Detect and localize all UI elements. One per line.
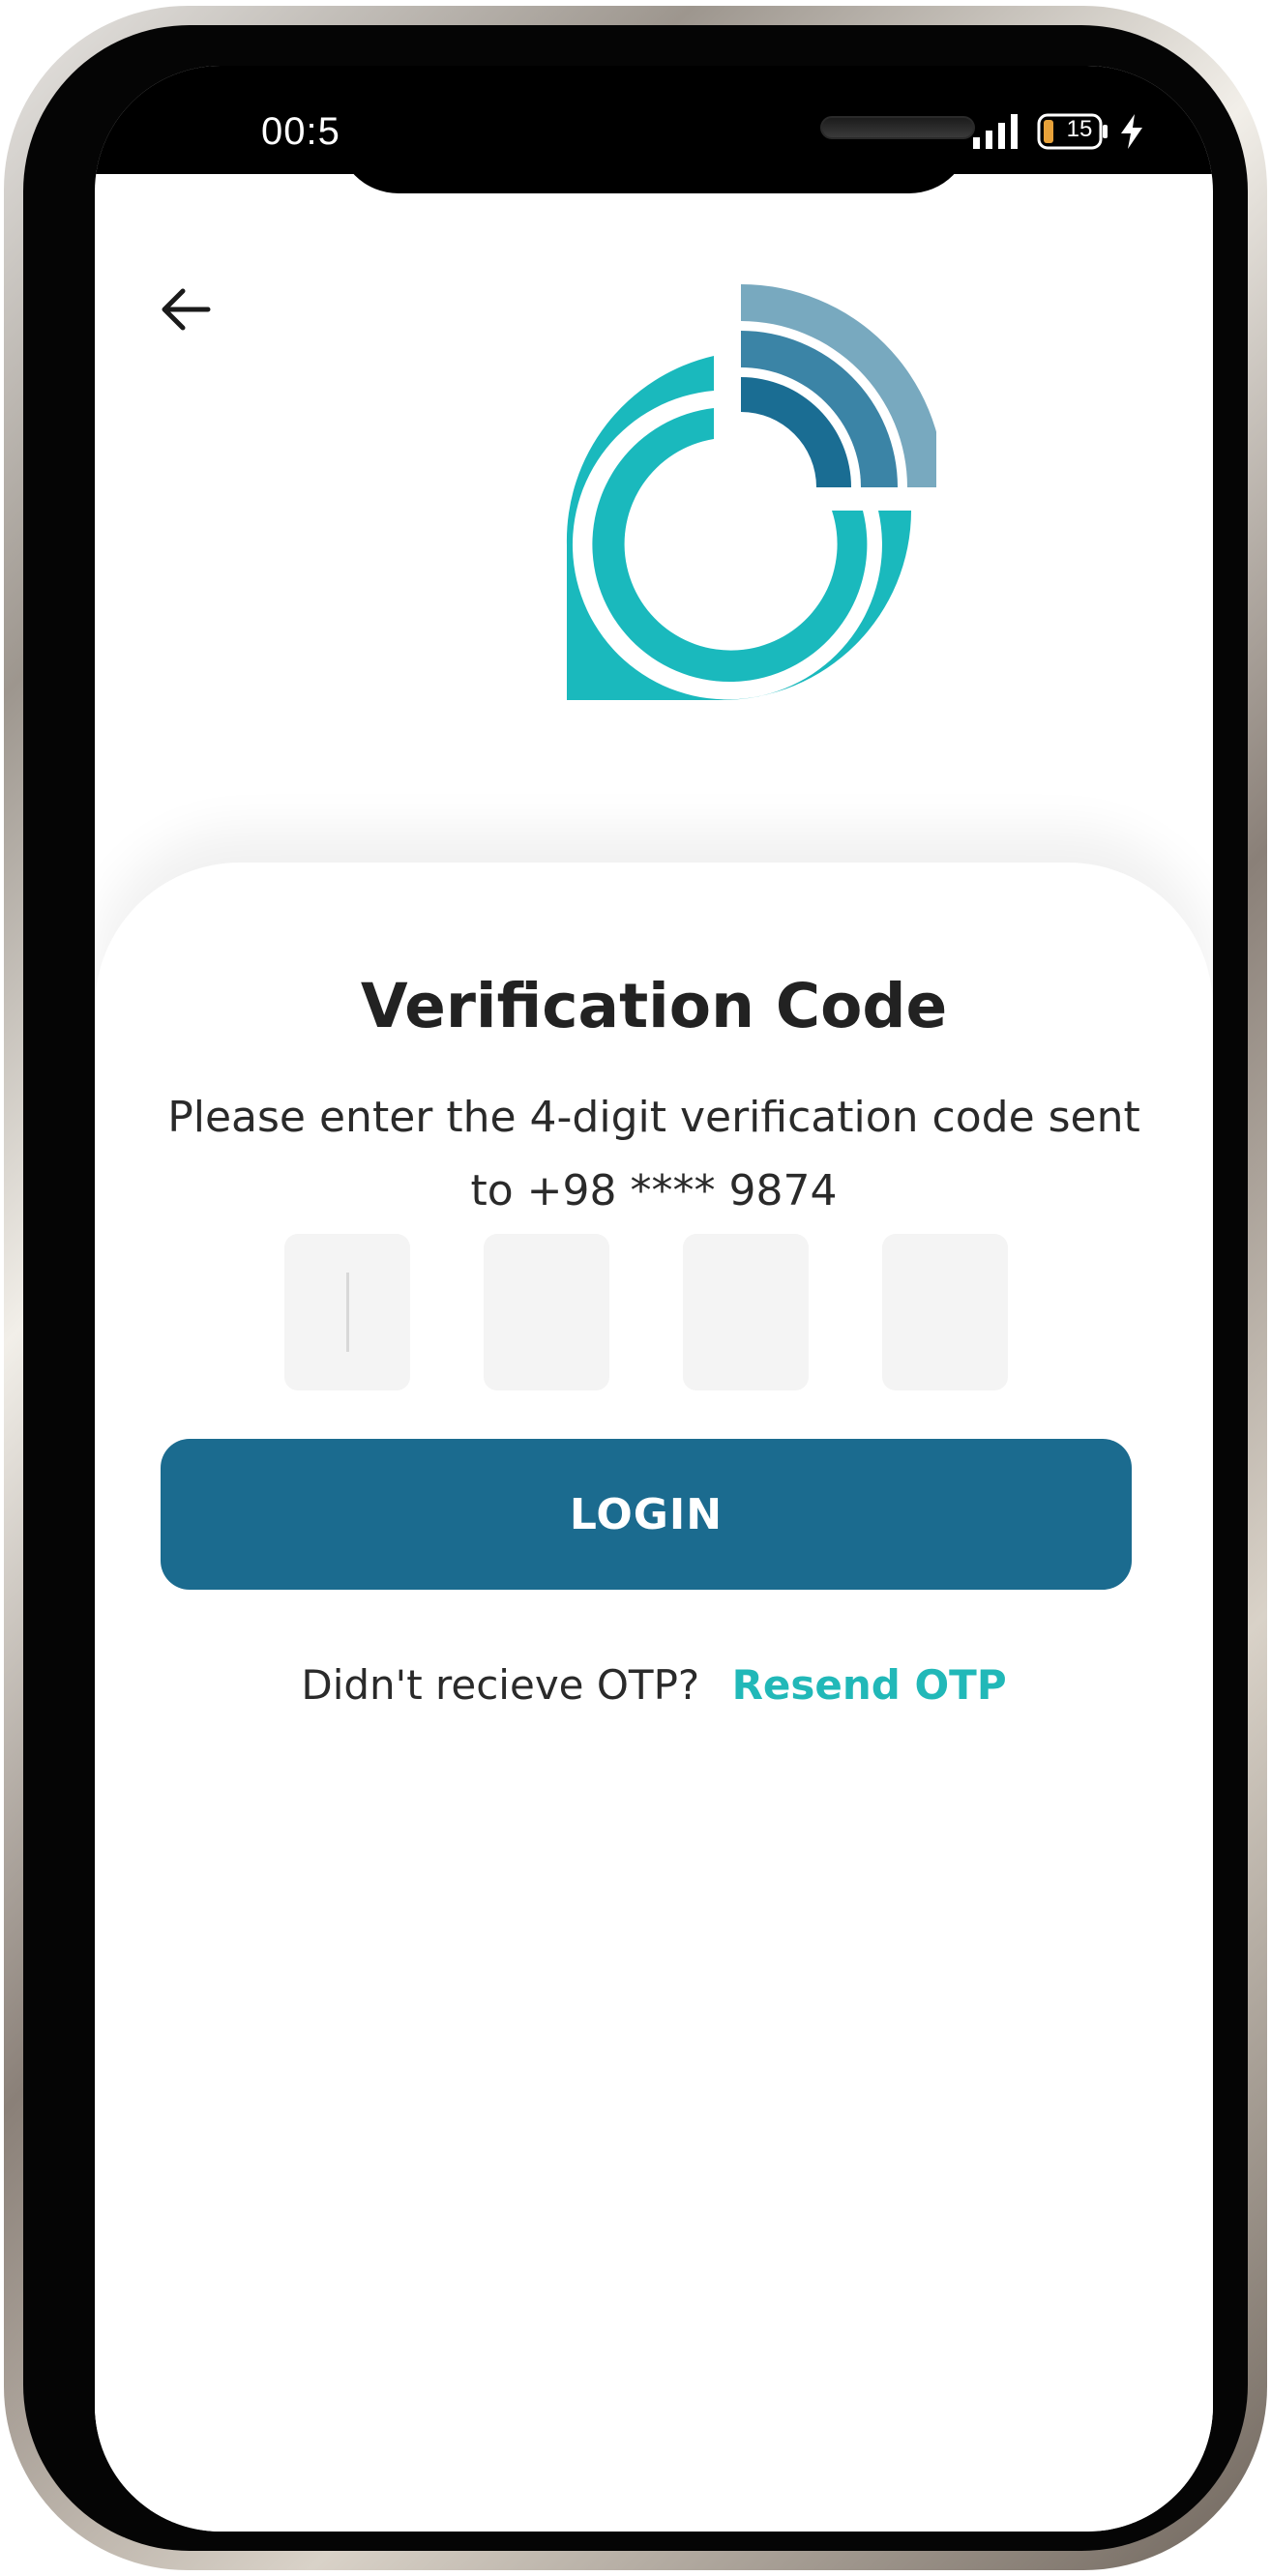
page-title: Verification Code [360, 971, 948, 1041]
otp-digit-3[interactable] [683, 1234, 809, 1390]
back-button[interactable] [151, 275, 221, 344]
login-button[interactable]: LOGIN [161, 1439, 1132, 1590]
app-screen: 00:5 15 Verification Code Please enter t… [95, 66, 1213, 2532]
otp-digit-1[interactable] [284, 1234, 410, 1390]
app-logo-icon [566, 284, 936, 700]
signal-bars-icon [973, 114, 1018, 149]
otp-input-group [284, 1234, 1023, 1390]
verification-instructions: Please enter the 4-digit verification co… [167, 1093, 1140, 1215]
resend-prompt: Didn't recieve OTP? [301, 1661, 700, 1709]
phone-frame: 00:5 15 Verification Code Please enter t… [4, 6, 1267, 2570]
speaker-grille [820, 116, 975, 139]
battery-level: 15 [1066, 116, 1093, 142]
otp-digit-4[interactable] [882, 1234, 1008, 1390]
notch [337, 66, 975, 193]
status-time: 00:5 [261, 110, 340, 153]
phone-bezel: 00:5 15 Verification Code Please enter t… [23, 25, 1248, 2551]
arrow-left-icon [162, 288, 211, 331]
resend-otp-link[interactable]: Resend OTP [732, 1661, 1007, 1709]
otp-digit-2[interactable] [484, 1234, 609, 1390]
resend-row: Didn't recieve OTP? Resend OTP [95, 1661, 1213, 1709]
charging-bolt-icon [1121, 114, 1142, 149]
